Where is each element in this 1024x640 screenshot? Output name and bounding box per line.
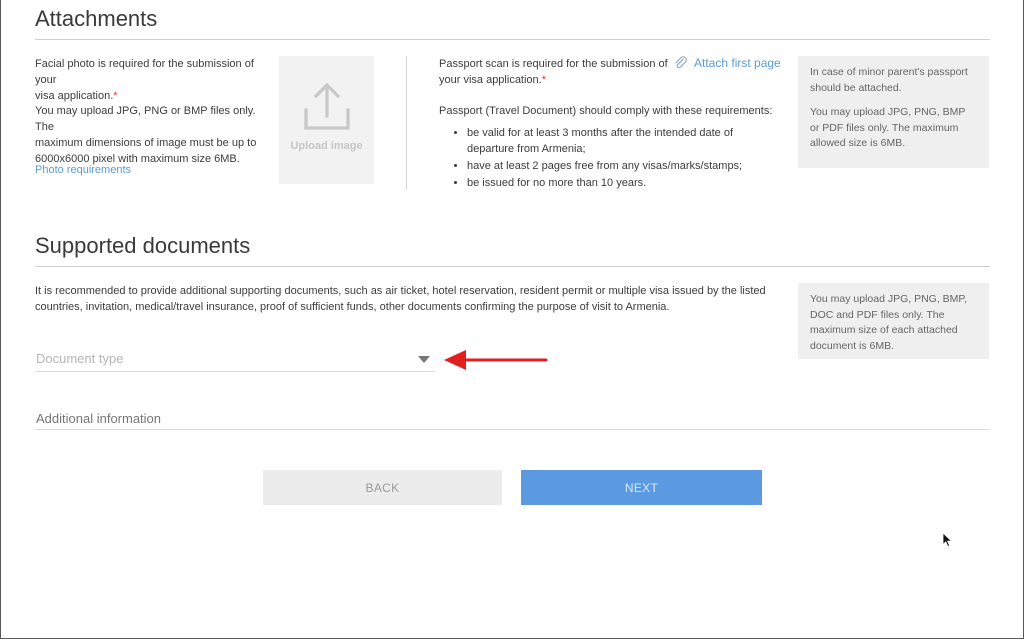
red-arrow-icon (444, 350, 548, 370)
photo-requirements-link[interactable]: Photo requirements (35, 164, 131, 176)
column-divider (406, 56, 407, 190)
additional-information-input[interactable] (35, 407, 986, 429)
supported-documents-divider (35, 266, 990, 267)
document-type-placeholder: Document type (36, 351, 124, 366)
supported-documents-info-box: You may upload JPG, PNG, BMP, DOC and PD… (798, 283, 989, 359)
back-button[interactable]: BACK (263, 470, 502, 505)
required-asterisk: * (113, 90, 118, 102)
passport-requirements-intro: Passport (Travel Document) should comply… (439, 105, 773, 117)
upload-image-button[interactable]: Upload image (279, 56, 374, 184)
attach-first-page-label: Attach first page (694, 56, 781, 70)
mouse-cursor-icon (942, 532, 953, 548)
document-type-select[interactable]: Document type (35, 347, 435, 371)
passport-requirement-item: be issued for no more than 10 years. (467, 175, 779, 191)
next-button[interactable]: NEXT (521, 470, 762, 505)
supported-documents-description: It is recommended to provide additional … (35, 285, 766, 313)
supported-documents-info-text: You may upload JPG, PNG, BMP, DOC and PD… (810, 293, 967, 352)
passport-requirement-text: Passport scan is required for the submis… (439, 58, 668, 86)
photo-requirement-text: Facial photo is required for the submiss… (35, 58, 254, 102)
attachments-title: Attachments (35, 6, 158, 31)
paperclip-icon (675, 56, 687, 69)
caret-down-icon (418, 356, 430, 363)
supported-documents-title: Supported documents (35, 233, 251, 258)
passport-info-box: In case of minor parent's passport shoul… (798, 56, 989, 168)
passport-requirement-item: be valid for at least 3 months after the… (467, 125, 779, 157)
attachments-divider (35, 39, 990, 40)
passport-info-minor: In case of minor parent's passport shoul… (810, 66, 968, 94)
attach-first-page-link[interactable]: Attach first page (674, 56, 781, 70)
passport-requirement-item: have at least 2 pages free from any visa… (467, 158, 779, 174)
upload-image-label: Upload image (290, 140, 363, 152)
photo-format-text: You may upload JPG, PNG or BMP files onl… (35, 105, 257, 165)
passport-requirements: Passport (Travel Document) should comply… (439, 103, 779, 192)
document-type-underline (35, 371, 435, 372)
passport-info-formats: You may upload JPG, PNG, BMP or PDF file… (810, 106, 966, 149)
required-asterisk: * (541, 74, 547, 86)
passport-requirements-list: be valid for at least 3 months after the… (439, 125, 779, 191)
additional-information-underline (35, 429, 990, 430)
upload-icon (303, 82, 350, 130)
